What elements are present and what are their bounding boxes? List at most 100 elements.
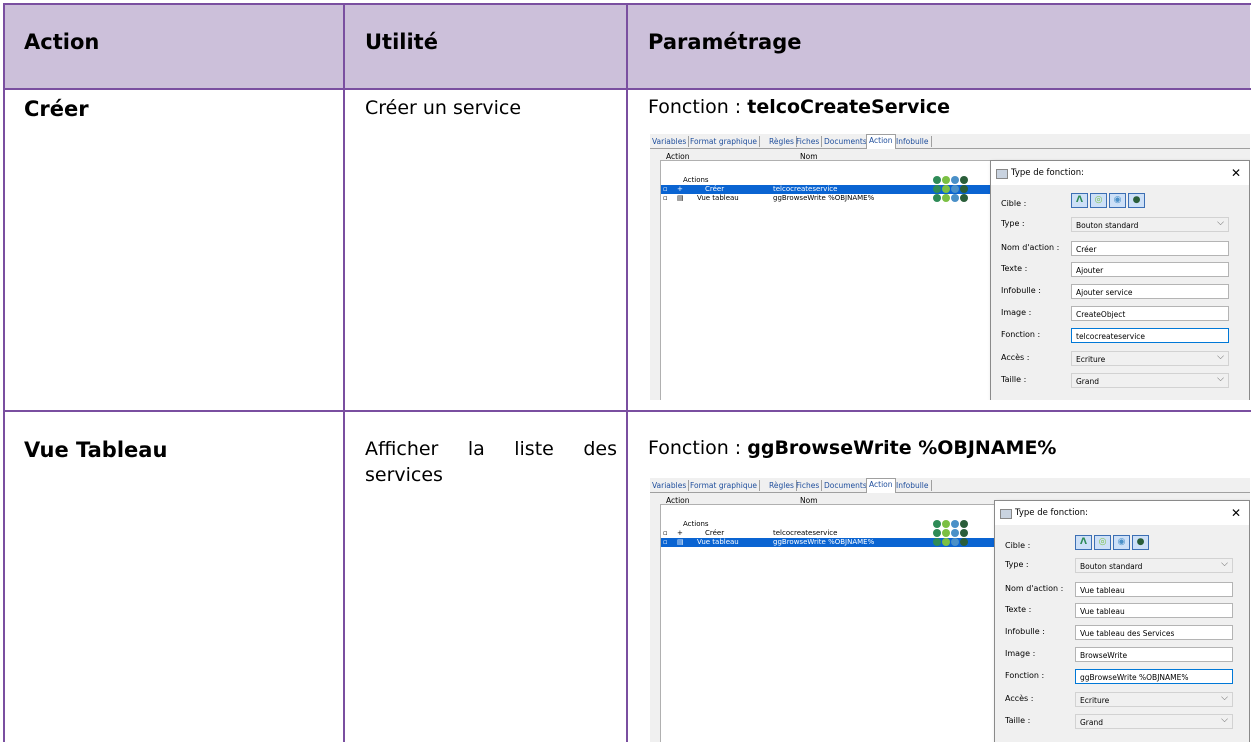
tab-action[interactable]: Action	[866, 134, 896, 149]
type-select[interactable]: Bouton standard	[1075, 557, 1233, 573]
mobile-icon	[951, 185, 959, 193]
infobulle-input[interactable]: Ajouter service	[1071, 284, 1229, 299]
fonction-input[interactable]: ggBrowseWrite %OBJNAME%	[1075, 669, 1233, 684]
screenshot-vue-tableau: Variables Format graphique Règles Fiches…	[650, 478, 1250, 742]
grid-row-label: Créer	[705, 185, 725, 193]
label-image: Image :	[1005, 649, 1036, 658]
function-type-dialog: Type de fonction: ✕ Cible : Λ ◎ ◉ ● Type : B…	[990, 160, 1250, 400]
web-icon[interactable]: ◎	[1090, 193, 1107, 208]
label-acces: Accès :	[1005, 694, 1034, 703]
header-parametrage: Paramétrage	[648, 30, 802, 54]
grid-row-label: Créer	[705, 529, 725, 537]
label-cible: Cible :	[1005, 541, 1031, 550]
web-icon[interactable]: ◎	[1094, 535, 1111, 550]
nom-action-select[interactable]: Vue tableau	[1075, 582, 1233, 597]
tab-format-graphique[interactable]: Format graphique	[688, 480, 760, 491]
row1-fonction-name: telcoCreateService	[747, 96, 951, 118]
label-nom-action: Nom d'action :	[1005, 584, 1064, 593]
tab-action[interactable]: Action	[866, 478, 896, 493]
tab-infobulle[interactable]: Infobulle	[894, 136, 932, 147]
plus-icon: +	[677, 529, 683, 537]
texte-input[interactable]: Vue tableau	[1075, 603, 1233, 618]
target-buttons: Λ ◎ ◉ ●	[1075, 535, 1151, 551]
row-checkbox[interactable]: ▫	[663, 538, 668, 547]
grid-row-label: Actions	[683, 520, 709, 528]
label-nom-action: Nom d'action :	[1001, 243, 1060, 252]
grid-row-vue-tableau[interactable]: ▫ ▤ Vue tableau ggBrowseWrite %OBJNAME%	[661, 194, 1001, 203]
image-input[interactable]: CreateObject	[1071, 306, 1229, 321]
grid-row-creer[interactable]: ▫ + Créer telcocreateservice	[661, 185, 1001, 194]
a-icon[interactable]: Λ	[1075, 535, 1092, 550]
grid-row-actions[interactable]: Actions	[661, 176, 1001, 185]
target-icons	[933, 194, 973, 203]
acces-select[interactable]: Ecriture	[1075, 691, 1233, 707]
dialog-title: Type de fonction:	[1011, 168, 1084, 178]
tab-fiches[interactable]: Fiches	[794, 480, 823, 491]
row-checkbox[interactable]: ▫	[663, 194, 668, 203]
label-cible: Cible :	[1001, 199, 1027, 208]
row-checkbox[interactable]: ▫	[663, 529, 668, 538]
a-icon	[933, 185, 941, 193]
type-select[interactable]: Bouton standard	[1071, 216, 1229, 232]
target-icons	[933, 529, 973, 538]
tab-regles[interactable]: Règles	[767, 480, 797, 491]
grid-row-actions[interactable]: Actions	[661, 520, 1001, 529]
web-icon	[942, 176, 950, 184]
taille-select[interactable]: Grand	[1071, 372, 1229, 388]
mobile-icon	[951, 194, 959, 202]
actions-grid: Actions ▫ + Créer telcocreateservice ▫ ▤ Vue …	[660, 160, 1002, 400]
mobile-icon[interactable]: ◉	[1109, 193, 1126, 208]
table-border-col2	[626, 3, 628, 742]
tab-format-graphique[interactable]: Format graphique	[688, 136, 760, 147]
mobile-icon[interactable]: ◉	[1113, 535, 1130, 550]
label-taille: Taille :	[1001, 375, 1027, 384]
acces-select[interactable]: Ecriture	[1071, 350, 1229, 366]
grid-row-vue-tableau[interactable]: ▫ ▤ Vue tableau ggBrowseWrite %OBJNAME%	[661, 538, 1001, 547]
taille-select[interactable]: Grand	[1075, 713, 1233, 729]
globe-icon[interactable]: ●	[1128, 193, 1145, 208]
grid-row-creer[interactable]: ▫ + Créer telcocreateservice	[661, 529, 1001, 538]
label-type: Type :	[1001, 219, 1025, 228]
nom-action-select[interactable]: Créer	[1071, 241, 1229, 256]
mobile-icon	[951, 538, 959, 546]
row2-action: Vue Tableau	[24, 438, 168, 462]
table-border-left	[3, 3, 5, 742]
label-type: Type :	[1005, 560, 1029, 569]
tab-fiches[interactable]: Fiches	[794, 136, 823, 147]
grid-row-label: Vue tableau	[697, 194, 739, 202]
tab-regles[interactable]: Règles	[767, 136, 797, 147]
label-acces: Accès :	[1001, 353, 1030, 362]
target-icons	[933, 185, 973, 194]
globe-icon	[960, 538, 968, 546]
tab-documents[interactable]: Documents	[822, 480, 870, 491]
a-icon[interactable]: Λ	[1071, 193, 1088, 208]
fonction-input[interactable]: telcocreateservice	[1071, 328, 1229, 343]
infobulle-input[interactable]: Vue tableau des Services	[1075, 625, 1233, 640]
texte-input[interactable]: Ajouter	[1071, 262, 1229, 277]
row-checkbox[interactable]: ▫	[663, 185, 668, 194]
header-utilite: Utilité	[365, 30, 438, 54]
actions-grid: Actions ▫ + Créer telcocreateservice ▫ ▤ Vue …	[660, 504, 1002, 742]
globe-icon[interactable]: ●	[1132, 535, 1149, 550]
row2-fonction-prefix: Fonction :	[648, 437, 748, 459]
tab-documents[interactable]: Documents	[822, 136, 870, 147]
globe-icon	[960, 520, 968, 528]
web-icon	[942, 194, 950, 202]
label-infobulle: Infobulle :	[1001, 286, 1041, 295]
tab-variables[interactable]: Variables	[650, 136, 690, 147]
tab-variables[interactable]: Variables	[650, 480, 690, 491]
dialog-titlebar: Type de fonction: ✕	[991, 161, 1249, 185]
label-taille: Taille :	[1005, 716, 1031, 725]
close-icon[interactable]: ✕	[1231, 161, 1241, 185]
screenshot-create: Variables Format graphique Règles Fiches…	[650, 134, 1250, 400]
globe-icon	[960, 194, 968, 202]
target-icons	[933, 176, 973, 185]
image-input[interactable]: BrowseWrite	[1075, 647, 1233, 662]
globe-icon	[960, 529, 968, 537]
row1-utilite: Créer un service	[365, 97, 522, 119]
close-icon[interactable]: ✕	[1231, 501, 1241, 525]
tab-infobulle[interactable]: Infobulle	[894, 480, 932, 491]
row1-fonction: Fonction : telcoCreateService	[648, 96, 950, 118]
target-buttons: Λ ◎ ◉ ●	[1071, 193, 1147, 209]
a-icon	[933, 176, 941, 184]
